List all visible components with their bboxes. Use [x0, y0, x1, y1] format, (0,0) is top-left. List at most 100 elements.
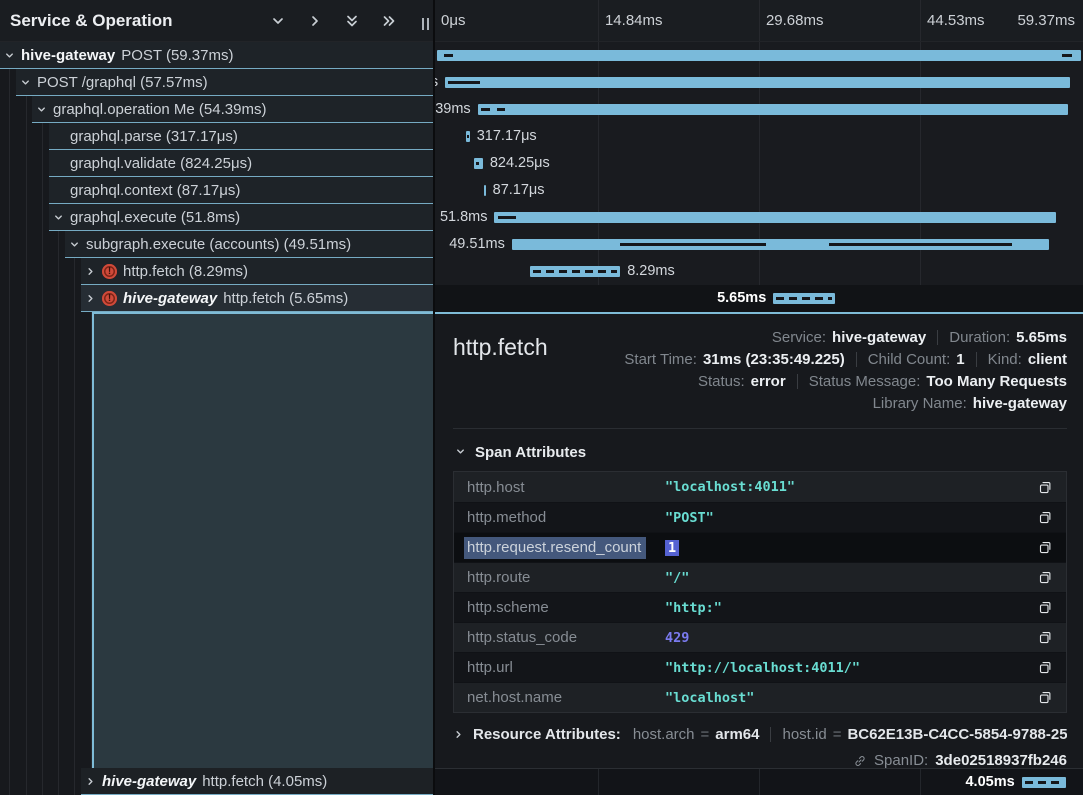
chevron-right-icon[interactable] [84, 293, 96, 304]
copy-icon[interactable] [1038, 690, 1053, 705]
child-span-mark [448, 81, 481, 84]
timeline-ruler: 0μs14.84ms29.68ms44.53ms59.37ms [435, 0, 1083, 42]
span-bar[interactable] [478, 104, 1068, 115]
double-chevron-right-icon[interactable] [381, 13, 397, 29]
chevron-right-icon[interactable] [84, 776, 96, 787]
ruler-tick: 29.68ms [766, 12, 824, 29]
child-span-mark [620, 243, 765, 246]
meta-value: 5.65ms [1016, 329, 1067, 346]
chevron-right-icon[interactable] [84, 266, 96, 277]
span-label: subgraph.execute (accounts) (49.51ms) [86, 236, 351, 253]
duration-label: 824.25μs [490, 155, 550, 171]
attribute-value: "localhost" [665, 690, 1038, 706]
tree-row[interactable]: graphql.execute (51.8ms) [0, 204, 433, 231]
timeline-lane: 57.57ms [435, 69, 1083, 96]
child-span-mark [467, 135, 469, 138]
selected-span-expanded-region [92, 312, 433, 768]
attribute-key: http.scheme [467, 599, 665, 616]
span-bar[interactable] [494, 212, 1056, 223]
tree-row[interactable]: graphql.context (87.17μs) [0, 177, 433, 204]
meta-separator [856, 352, 857, 367]
service-name: hive-gateway [102, 773, 196, 790]
error-icon: ! [102, 264, 117, 279]
copy-icon[interactable] [1038, 480, 1053, 495]
copy-icon[interactable] [1038, 510, 1053, 525]
chevron-down-icon[interactable] [3, 50, 15, 61]
link-icon[interactable] [853, 754, 867, 768]
attribute-value: "http:" [665, 600, 1038, 616]
tree-row[interactable]: graphql.parse (317.17μs) [0, 123, 433, 150]
tree-row[interactable]: graphql.validate (824.25μs) [0, 150, 433, 177]
span-bar[interactable] [445, 77, 1069, 88]
ruler-tick: 44.53ms [927, 12, 985, 29]
duration-label: 8.29ms [627, 263, 675, 279]
copy-icon[interactable] [1038, 570, 1053, 585]
resize-handle[interactable] [422, 18, 429, 30]
divider [453, 428, 1067, 429]
chevron-down-icon[interactable] [270, 13, 286, 29]
duration-label: 4.05ms [965, 774, 1014, 790]
meta-separator [976, 352, 977, 367]
ruler-tick: 59.37ms [1017, 12, 1075, 29]
duration-label: 51.8ms [440, 209, 488, 225]
attribute-key: http.request.resend_count [467, 539, 665, 556]
chevron-down-icon[interactable] [68, 239, 80, 250]
tree-row[interactable]: hive-gatewayhttp.fetch (4.05ms) [0, 768, 433, 795]
timeline-lane: 87.17μs [435, 177, 1083, 204]
meta-label: Start Time: [624, 351, 697, 368]
span-bar[interactable] [530, 266, 620, 277]
span-bar[interactable] [773, 293, 834, 304]
timeline-lane: 317.17μs [435, 123, 1083, 150]
trace-viewer: Service & Operation hive-gatewayPOST (59… [0, 0, 1083, 795]
meta-row: Start Time:31ms (23:35:49.225)Child Coun… [624, 348, 1067, 370]
copy-icon[interactable] [1038, 600, 1053, 615]
tree-row[interactable]: graphql.operation Me (54.39ms) [0, 96, 433, 123]
duration-label: 49.51ms [449, 236, 505, 252]
resource-attributes-row[interactable]: Resource Attributes: host.arch=arm64host… [453, 726, 1067, 743]
attribute-row: http.url"http://localhost:4011/" [454, 652, 1066, 682]
chevron-down-icon[interactable] [35, 104, 47, 115]
attribute-row: net.host.name"localhost" [454, 682, 1066, 712]
copy-icon[interactable] [1038, 540, 1053, 555]
timeline-lane: 51.8ms [435, 204, 1083, 231]
span-bar[interactable] [1022, 777, 1066, 788]
child-span-mark [481, 108, 489, 111]
meta-value: hive-gateway [832, 329, 926, 346]
resource-key: host.id [782, 726, 826, 743]
attribute-key: http.method [467, 509, 665, 526]
meta-label: Kind: [988, 351, 1022, 368]
span-tree: hive-gatewayPOST (59.37ms)POST /graphql … [0, 42, 433, 312]
span-bar[interactable] [484, 185, 486, 196]
ruler-tick: 0μs [441, 12, 466, 29]
copy-icon[interactable] [1038, 630, 1053, 645]
chevron-down-icon[interactable] [19, 77, 31, 88]
attribute-row: http.status_code429 [454, 622, 1066, 652]
chevron-right-icon[interactable] [307, 13, 323, 29]
resource-key: host.arch [633, 726, 695, 743]
chevron-down-icon[interactable] [52, 212, 64, 223]
span-label: graphql.operation Me (54.39ms) [53, 101, 266, 118]
span-tree-footer-row: hive-gatewayhttp.fetch (4.05ms) [0, 768, 433, 795]
timeline-lane [435, 42, 1083, 69]
child-span-mark [476, 162, 480, 165]
timeline-lane: 5.65ms [435, 285, 1083, 312]
attribute-row: http.method"POST" [454, 502, 1066, 532]
resource-attributes-items: host.arch=arm64host.id=BC62E13B-C4CC-585… [633, 726, 1067, 743]
span-bar[interactable] [437, 50, 1081, 61]
duration-label: 317.17μs [477, 128, 537, 144]
span-attributes-header[interactable]: Span Attributes [455, 444, 1067, 461]
tree-row[interactable]: hive-gatewayPOST (59.37ms) [0, 42, 433, 69]
chevron-down-icon [455, 444, 466, 461]
span-id-value: 3de02518937fb246 [935, 752, 1067, 769]
copy-icon[interactable] [1038, 660, 1053, 675]
child-span-mark [1062, 54, 1072, 57]
meta-separator [797, 374, 798, 389]
tree-row[interactable]: !http.fetch (8.29ms) [0, 258, 433, 285]
tree-row[interactable]: subgraph.execute (accounts) (49.51ms) [0, 231, 433, 258]
double-chevron-down-icon[interactable] [344, 13, 360, 29]
child-span-mark [829, 243, 1012, 246]
tree-row[interactable]: POST /graphql (57.57ms) [0, 69, 433, 96]
tree-row[interactable]: !hive-gatewayhttp.fetch (5.65ms) [0, 285, 433, 312]
timeline-lane: 54.39ms [435, 96, 1083, 123]
service-name: hive-gateway [21, 47, 115, 64]
